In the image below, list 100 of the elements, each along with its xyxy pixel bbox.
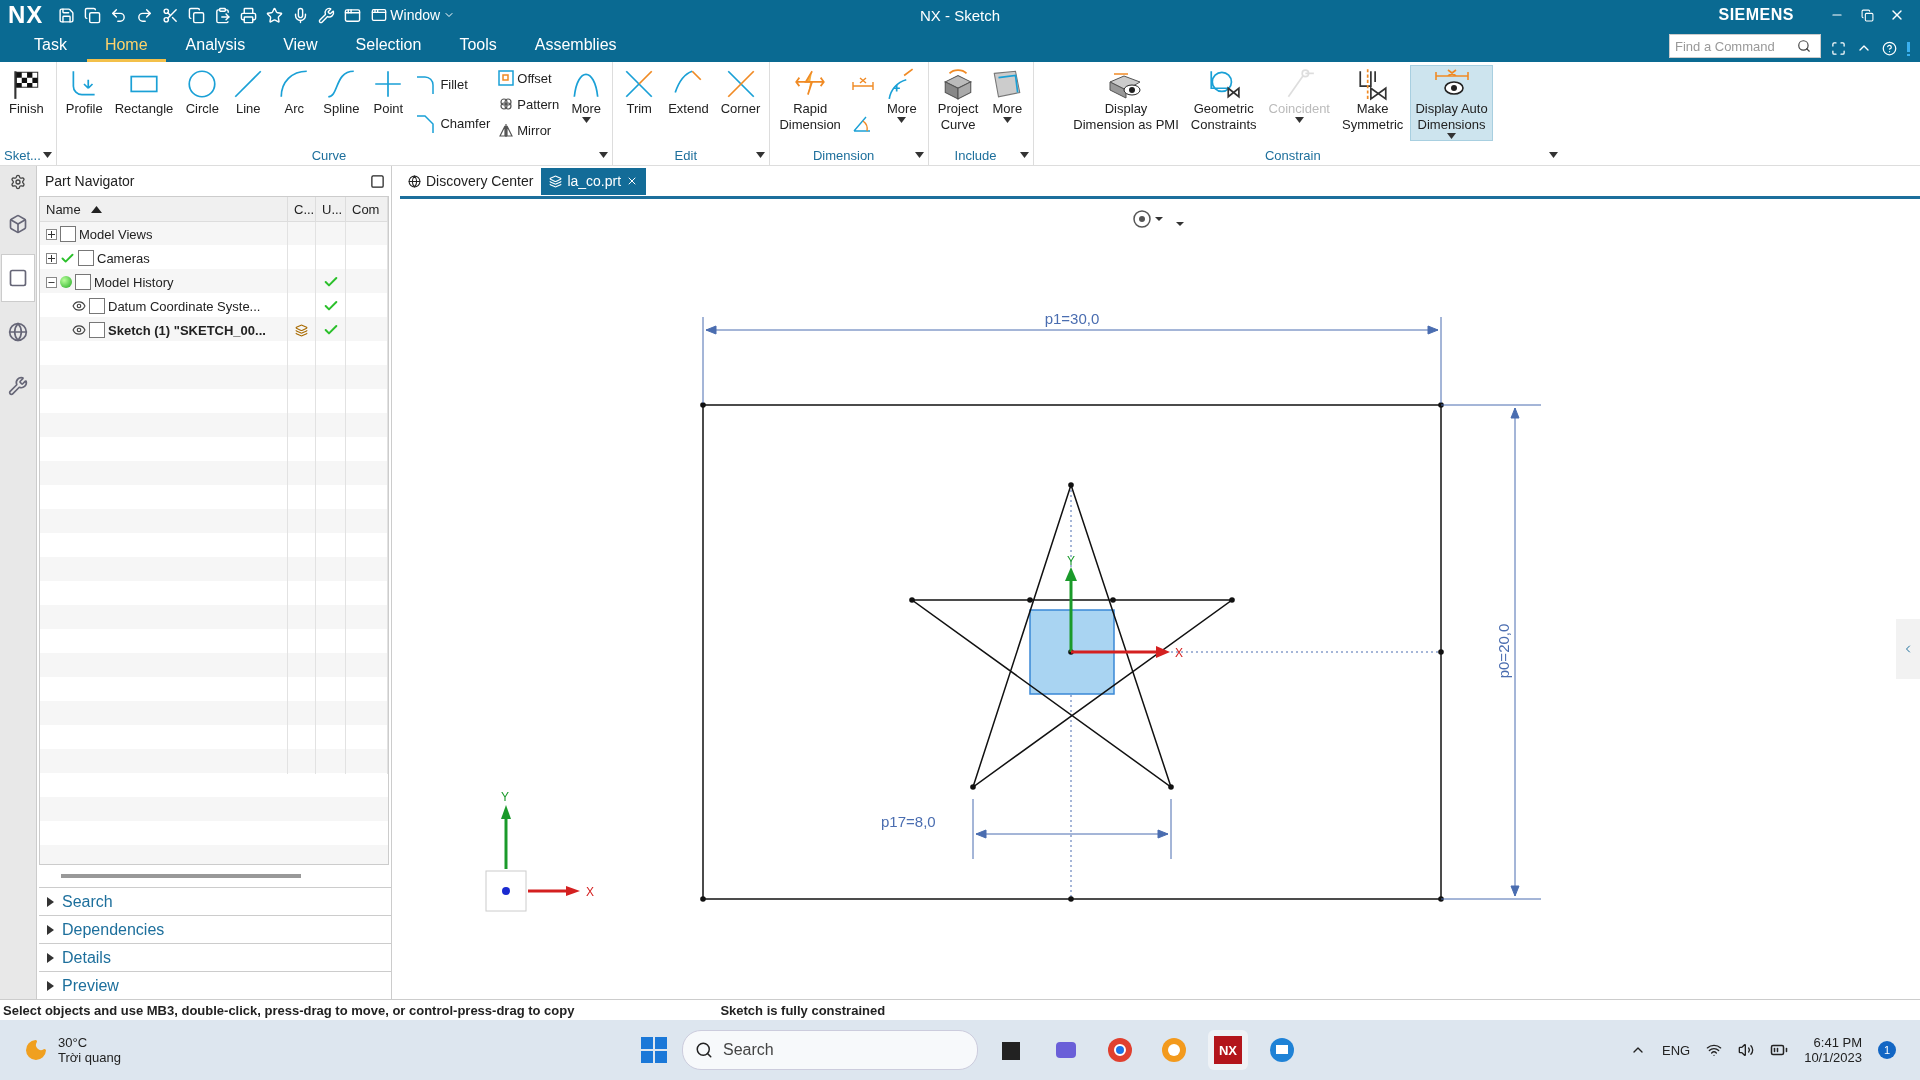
caret-icon[interactable]: [914, 152, 924, 158]
ribbon-tool[interactable]: Offset: [495, 69, 563, 87]
column-header[interactable]: U...: [316, 197, 346, 221]
globe-icon: [408, 174, 421, 188]
tree-item[interactable]: Cameras: [97, 250, 150, 266]
ribbon-tool[interactable]: Chamfer: [412, 111, 494, 136]
caret-icon[interactable]: [599, 152, 609, 158]
group-label: Include: [953, 147, 998, 163]
restore-icon: [1860, 8, 1874, 22]
sketch-point: [1438, 402, 1444, 408]
weather-text: Trời quang: [58, 1050, 121, 1065]
language-indicator[interactable]: ENG: [1662, 1042, 1691, 1058]
axis-label: Y: [1067, 554, 1075, 568]
dimension-label[interactable]: p0=20,0: [1495, 623, 1512, 679]
group-label: Constrain: [1264, 147, 1322, 163]
menu-tab[interactable]: Tools: [441, 32, 515, 62]
group-label: Sket...: [4, 147, 41, 163]
menu-tab[interactable]: Analysis: [167, 32, 264, 62]
menu-tab[interactable]: View: [265, 32, 336, 62]
caret-icon[interactable]: [756, 152, 766, 158]
sketch-point: [1068, 649, 1074, 655]
ribbon-tool[interactable]: Trim: [617, 65, 662, 119]
ribbon-tool[interactable]: Spline: [318, 65, 365, 119]
dimension-label[interactable]: p1=30,0: [1044, 310, 1100, 327]
part-icon[interactable]: [1, 254, 35, 302]
volume-icon[interactable]: [1738, 1042, 1755, 1058]
tree-item[interactable]: Model Views: [79, 226, 153, 242]
document-tab[interactable]: la_co.prt: [541, 167, 647, 195]
ribbon-tool[interactable]: Corner: [715, 65, 766, 119]
ribbon-tool[interactable]: Rectangle: [109, 65, 179, 119]
eye-icon[interactable]: [72, 299, 86, 313]
axis-label: X: [586, 885, 594, 899]
caret-icon[interactable]: [42, 152, 52, 158]
ribbon-tool[interactable]: Finish: [4, 65, 49, 119]
ribbon-tool[interactable]: Pattern: [495, 95, 563, 113]
status-ball-icon: [60, 276, 72, 288]
command-search-field[interactable]: Find a Command: [1669, 34, 1821, 58]
ribbon-tool[interactable]: Point: [366, 65, 411, 119]
ribbon-tool[interactable]: More: [564, 65, 609, 125]
eye-icon[interactable]: [72, 323, 86, 337]
view-orientation-widget[interactable]: [1133, 210, 1184, 228]
caret-icon[interactable]: [1020, 152, 1030, 158]
ribbon-tool[interactable]: Fillet: [412, 72, 494, 97]
plus-icon: [47, 253, 56, 263]
caret-icon: [1447, 133, 1456, 139]
ribbon-tool[interactable]: Project Curve: [932, 65, 984, 135]
ribbon-tool[interactable]: Display Auto Dimensions: [1410, 65, 1493, 141]
document-tab[interactable]: Discovery Center: [400, 167, 542, 195]
expand-toggle[interactable]: [46, 228, 57, 240]
group-label: Dimension: [811, 147, 876, 163]
tool-icon: [498, 96, 515, 112]
triangle-right-icon: [47, 924, 54, 935]
ribbon-tool[interactable]: Arc: [272, 65, 317, 119]
menu-tab[interactable]: Task: [16, 32, 85, 62]
tree-item[interactable]: Datum Coordinate Syste...: [108, 298, 261, 314]
notification-badge[interactable]: 1: [1878, 1041, 1896, 1059]
tree-item[interactable]: Model History: [94, 274, 174, 290]
fullscreen-icon[interactable]: [1831, 41, 1846, 56]
ribbon-tool[interactable]: Mirror: [495, 121, 563, 139]
y-axis-arrow: [501, 805, 511, 869]
brand-name: SIEMENS: [1718, 6, 1794, 24]
sketch-point: [1168, 784, 1174, 790]
ribbon-tool[interactable]: Geometric Constraints: [1185, 65, 1262, 135]
window-menu[interactable]: Window: [367, 7, 460, 23]
scrollbar-thumb[interactable]: [61, 874, 301, 878]
column-header[interactable]: C...: [288, 197, 316, 221]
expand-toggle[interactable]: [46, 276, 57, 288]
ribbon-tool[interactable]: Line: [226, 65, 271, 119]
triangle-right-icon: [47, 980, 54, 991]
start-icon[interactable]: [640, 1036, 668, 1064]
ribbon-tool[interactable]: Extend: [663, 65, 714, 119]
axis-label: Y: [501, 790, 509, 804]
clock-date[interactable]: 10/1/2023: [1804, 1050, 1862, 1065]
node-icon: [89, 298, 105, 314]
wifi-icon[interactable]: [1706, 1042, 1723, 1058]
clock-time[interactable]: 6:41 PM: [1813, 1035, 1862, 1050]
column-header[interactable]: Com: [346, 197, 388, 221]
help-icon[interactable]: [1882, 41, 1897, 56]
maximize-icon[interactable]: [370, 173, 385, 189]
menu-tab[interactable]: Assemblies: [516, 32, 635, 62]
caret-icon[interactable]: [1549, 152, 1559, 158]
ribbon-tool[interactable]: Make Symmetric: [1337, 65, 1409, 135]
ribbon-tool[interactable]: Circle: [180, 65, 225, 119]
column-header[interactable]: Name: [40, 197, 288, 221]
ribbon-tool[interactable]: More: [985, 65, 1030, 125]
notice-icon[interactable]: [1907, 42, 1910, 56]
taskbar-search-field[interactable]: Search: [682, 1030, 978, 1070]
ribbon-tool[interactable]: More: [879, 65, 924, 125]
ribbon-tool[interactable]: Rapid Dimension: [774, 65, 846, 135]
expand-toggle[interactable]: [46, 252, 57, 264]
app-icon[interactable]: NX: [1208, 1030, 1248, 1070]
ribbon-tool[interactable]: Profile: [60, 65, 108, 119]
group-label: Curve: [310, 147, 348, 163]
tree-item[interactable]: Sketch (1) "SKETCH_00...: [108, 322, 266, 338]
app-logo: NX: [8, 1, 44, 29]
sketch-point: [1438, 649, 1444, 655]
menu-tab[interactable]: Selection: [337, 32, 440, 62]
ribbon-tool[interactable]: Display Dimension as PMI: [1068, 65, 1184, 135]
dimension-label[interactable]: p17=8,0: [881, 813, 936, 830]
node-icon: [60, 226, 76, 242]
